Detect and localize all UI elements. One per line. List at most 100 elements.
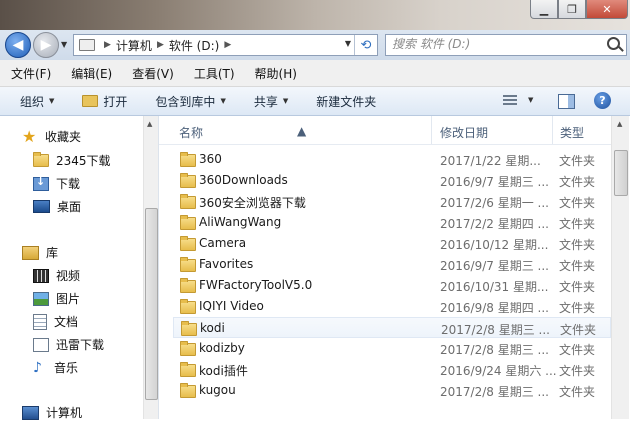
file-type: 文件夹 (559, 259, 596, 273)
nav-favorites-label: 收藏夹 (45, 130, 82, 144)
document-icon (33, 313, 47, 330)
preview-pane-icon[interactable] (558, 94, 575, 109)
chevron-right-icon[interactable]: ▶ (157, 40, 164, 50)
share-button[interactable]: 共享 ▼ (254, 93, 288, 110)
nav-item-music[interactable]: ♪ 音乐 (33, 359, 78, 376)
file-type: 文件夹 (559, 217, 596, 231)
file-name: kugou (199, 383, 236, 397)
nav-item-downloads[interactable]: 下载 (33, 175, 80, 192)
view-dropdown[interactable]: ▼ (528, 96, 533, 104)
menu-edit[interactable]: 编辑(E) (60, 65, 121, 82)
menu-view[interactable]: 查看(V) (121, 65, 183, 82)
nav-item-2345-downloads[interactable]: 2345下载 (33, 152, 111, 169)
column-header-date[interactable]: 修改日期 (440, 124, 488, 141)
chevron-right-icon[interactable]: ▶ (224, 40, 231, 50)
refresh-button[interactable]: ⟲ (354, 35, 377, 55)
file-row[interactable]: 360Downloads 2016/9/7 星期三 ... 文件夹 (173, 170, 611, 191)
nav-item-label: 视频 (56, 269, 81, 283)
nav-item-documents[interactable]: 文档 (33, 313, 78, 330)
nav-item-label: 迅雷下载 (56, 338, 105, 352)
file-type: 文件夹 (559, 301, 596, 315)
breadcrumb-computer[interactable]: 计算机 (116, 37, 152, 54)
minimize-button[interactable]: ▁ (530, 0, 558, 19)
search-input[interactable] (392, 35, 597, 53)
open-label: 打开 (103, 94, 128, 109)
chevron-down-icon: ▼ (49, 97, 55, 105)
recent-pages-dropdown[interactable]: ▼ (61, 40, 67, 49)
nav-item-videos[interactable]: 视频 (33, 267, 80, 284)
nav-favorites[interactable]: ★ 收藏夹 (22, 128, 81, 145)
new-folder-button[interactable]: 新建文件夹 (316, 93, 376, 110)
folder-icon (180, 215, 196, 230)
maximize-button[interactable]: ❐ (558, 0, 586, 19)
chevron-down-icon: ▼ (282, 97, 289, 105)
menu-file[interactable]: 文件(F) (0, 65, 60, 82)
file-row[interactable]: kugou 2017/2/8 星期三 ... 文件夹 (173, 380, 611, 401)
file-row[interactable]: kodi插件 2016/9/24 星期六 ... 文件夹 (173, 359, 611, 380)
file-row[interactable]: 360安全浏览器下载 2017/2/6 星期一 ... 文件夹 (173, 191, 611, 212)
drive-icon (79, 39, 95, 51)
folder-icon (180, 152, 196, 167)
back-arrow-icon: ◀ (12, 37, 24, 53)
nav-item-desktop[interactable]: 桌面 (33, 198, 81, 215)
folder-icon (181, 321, 197, 336)
library-icon (22, 245, 39, 260)
include-in-library-button[interactable]: 包含到库中 ▼ (155, 93, 225, 110)
organize-label: 组织 (20, 94, 45, 109)
file-date: 2017/1/22 星期... (440, 154, 541, 168)
navigation-scrollbar[interactable]: ▲ (143, 116, 158, 419)
scroll-up-icon[interactable]: ▲ (617, 120, 622, 128)
organize-button[interactable]: 组织 ▼ (20, 93, 54, 110)
file-list-scrollbar[interactable]: ▲ (611, 116, 629, 419)
menu-bar: 文件(F) 编辑(E) 查看(V) 工具(T) 帮助(H) (0, 60, 630, 87)
file-row[interactable]: AliWangWang 2017/2/2 星期四 ... 文件夹 (173, 212, 611, 233)
view-options-icon[interactable] (503, 95, 517, 107)
help-icon[interactable]: ? (594, 92, 611, 109)
chevron-right-icon[interactable]: ▶ (104, 40, 111, 50)
folder-icon (180, 194, 196, 209)
search-box[interactable] (385, 34, 627, 56)
file-row[interactable]: IQIYI Video 2016/9/8 星期四 ... 文件夹 (173, 296, 611, 317)
forward-arrow-icon: ▶ (40, 37, 52, 53)
nav-computer[interactable]: 计算机 (22, 404, 82, 421)
scrollbar-thumb[interactable] (614, 150, 628, 196)
column-divider[interactable] (431, 116, 432, 144)
menu-help[interactable]: 帮助(H) (244, 65, 306, 82)
nav-item-pictures[interactable]: 图片 (33, 290, 80, 307)
file-name: Favorites (199, 257, 254, 271)
menu-tools[interactable]: 工具(T) (183, 65, 244, 82)
scrollbar-thumb[interactable] (145, 208, 158, 400)
close-button[interactable]: ✕ (586, 0, 628, 19)
download-icon (33, 175, 49, 191)
file-name: 360安全浏览器下载 (199, 196, 306, 210)
folder-icon (180, 362, 196, 377)
file-row[interactable]: Camera 2016/10/12 星期... 文件夹 (173, 233, 611, 254)
column-header-name[interactable]: 名称 (179, 124, 203, 141)
title-bar: ▁ ❐ ✕ (0, 0, 630, 30)
file-row[interactable]: Favorites 2016/9/7 星期三 ... 文件夹 (173, 254, 611, 275)
search-icon[interactable] (607, 37, 620, 50)
nav-item-xunlei-downloads[interactable]: 迅雷下载 (33, 336, 104, 353)
column-header-type[interactable]: 类型 (560, 124, 584, 141)
nav-libraries[interactable]: 库 (22, 244, 58, 261)
nav-item-label: 图片 (56, 292, 81, 306)
file-row[interactable]: 360 2017/1/22 星期... 文件夹 (173, 149, 611, 170)
address-bar[interactable]: ▶ 计算机 ▶ 软件 (D:) ▶ ▼ ⟲ (73, 34, 378, 56)
nav-item-label: 2345下载 (56, 154, 111, 168)
file-row[interactable]: FWFactoryToolV5.0 2016/10/31 星期... 文件夹 (173, 275, 611, 296)
back-button[interactable]: ◀ (5, 32, 31, 58)
address-dropdown[interactable]: ▼ (345, 39, 351, 48)
image-icon (33, 291, 49, 306)
file-row[interactable]: kodizby 2017/2/8 星期三 ... 文件夹 (173, 338, 611, 359)
column-divider[interactable] (552, 116, 553, 144)
breadcrumb-drive-d[interactable]: 软件 (D:) (169, 37, 219, 54)
file-date: 2016/10/31 星期... (440, 280, 549, 294)
scroll-up-icon[interactable]: ▲ (147, 120, 152, 128)
xunlei-download-icon (33, 337, 49, 352)
file-date: 2017/2/6 星期一 ... (440, 196, 549, 210)
star-icon: ★ (22, 126, 37, 146)
file-row[interactable]: kodi 2017/2/8 星期三 ... 文件夹 (173, 317, 611, 338)
open-button[interactable]: 打开 (82, 93, 127, 110)
file-date: 2016/9/7 星期三 ... (440, 259, 549, 273)
forward-button[interactable]: ▶ (33, 32, 59, 58)
